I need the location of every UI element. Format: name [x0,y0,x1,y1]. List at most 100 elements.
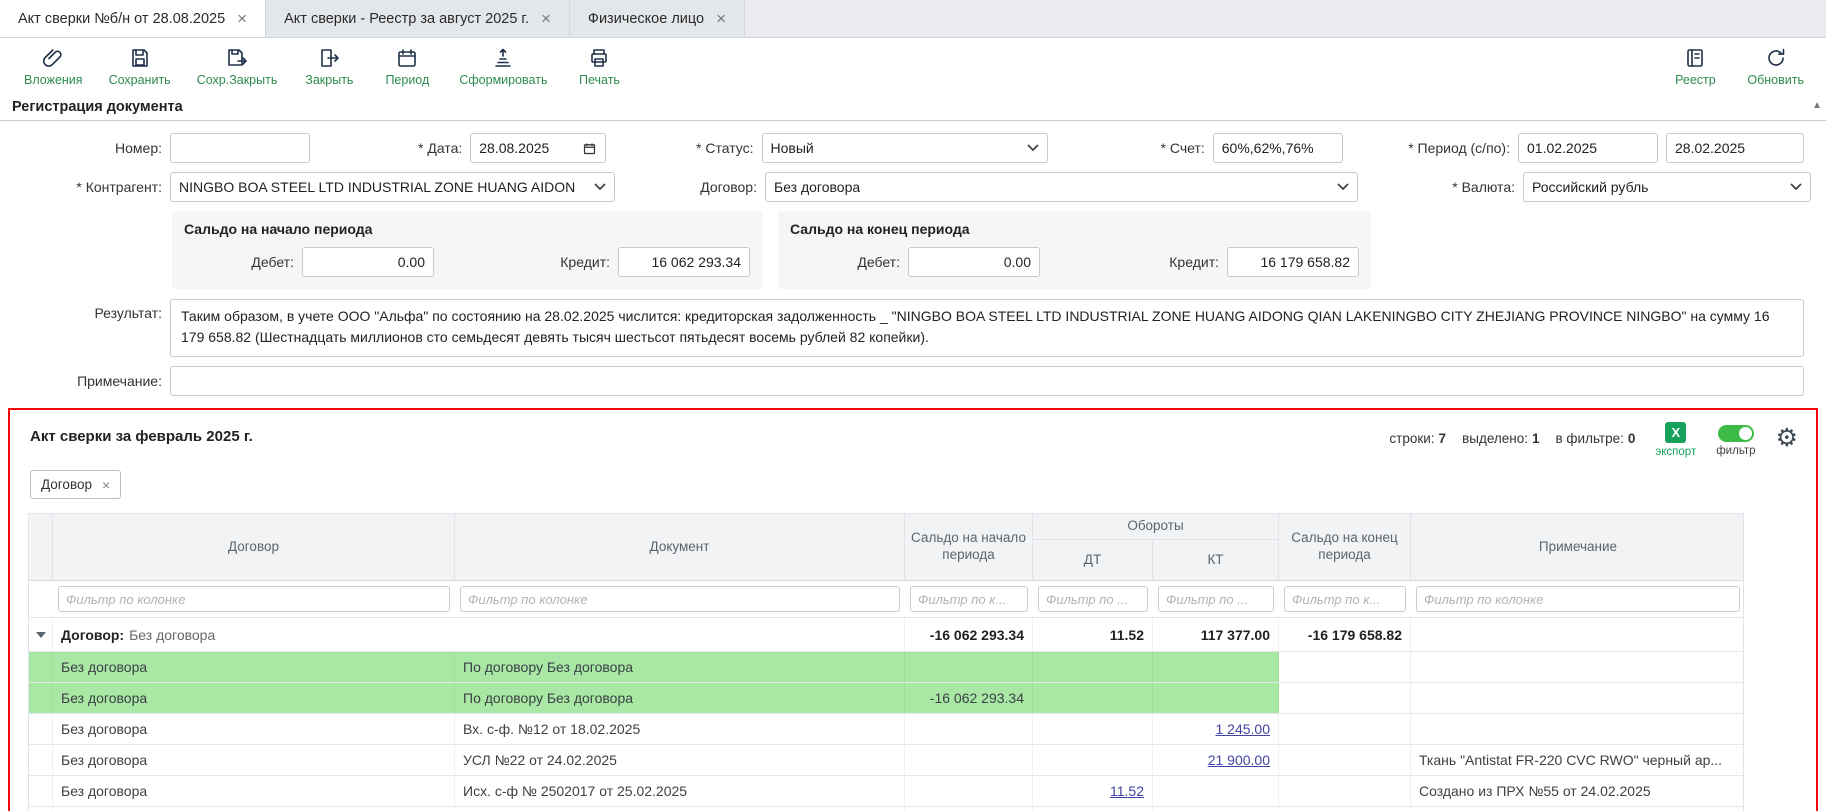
export-label: экспорт [1655,446,1696,458]
table-row[interactable]: Без договора Вх. с-ф №… 94 232.00 [29,807,1743,811]
registration-form: Номер: * Дата: 28.08.2025 * Статус: Новы… [0,121,1826,396]
cell-dt [1033,714,1153,744]
paperclip-icon [40,45,66,71]
toolbar-label: Реестр [1675,73,1716,87]
filter-input-saldo-end[interactable] [1284,586,1406,612]
debet-end-text: 0.00 [1004,254,1031,270]
col-header-document[interactable]: Документ [455,514,905,580]
toolbar-label: Печать [579,73,620,87]
kredit-label: Кредит: [1040,254,1227,270]
period-from-input[interactable] [1518,133,1658,163]
cell-dt [1033,683,1153,713]
toggle-on-icon[interactable] [1718,425,1754,442]
cell-dogovor: Без договора [53,652,455,682]
print-button[interactable]: Печать [573,45,625,87]
filter-input-dt[interactable] [1038,586,1148,612]
date-input[interactable]: 28.08.2025 [470,133,606,163]
generate-icon [490,45,516,71]
row-expander-cell [29,776,53,806]
filter-input-note[interactable] [1416,586,1740,612]
table-row[interactable]: Без договора По договору Без договора -1… [29,683,1743,714]
amount-link[interactable]: 11.52 [1110,783,1144,799]
rezultat-text: Таким образом, в учете ООО "Альфа" по со… [170,299,1804,357]
col-header-saldo-end[interactable]: Сальдо на конец периода [1279,514,1411,580]
group-kt: 117 377.00 [1153,618,1279,651]
date-value: 28.08.2025 [479,140,549,156]
primechanie-label: Примечание: [10,373,170,389]
kredit-label: Кредит: [434,254,618,270]
toolbar-label: Сформировать [459,73,547,87]
settings-gear-icon[interactable]: ⚙ [1776,422,1798,451]
attachments-button[interactable]: Вложения [24,45,83,87]
cell-kt: 94 232.00 [1153,807,1279,811]
kontragent-value: NINGBO BOA STEEL LTD INDUSTRIAL ZONE HUA… [179,179,575,195]
registry-button[interactable]: Реестр [1669,45,1721,87]
tab-close-icon[interactable]: × [237,10,247,27]
schet-input[interactable] [1213,133,1343,163]
valyuta-select[interactable]: Российский рубль [1523,172,1811,202]
collapse-group-icon[interactable] [29,618,53,651]
group-saldo-start: -16 062 293.34 [905,618,1033,651]
tab-close-icon[interactable]: × [716,10,726,27]
cell-dt [1033,807,1153,811]
table-row[interactable]: Без договора Исх. с-ф № 2502017 от 25.02… [29,776,1743,807]
cell-saldo-start: -16 062 293.34 [905,683,1033,713]
filter-input-dogovor[interactable] [58,586,450,612]
col-header-dt[interactable]: ДТ [1033,540,1153,580]
tab-act-sverki[interactable]: Акт сверки №б/н от 28.08.2025 × [0,0,266,37]
cell-saldo-start [905,807,1033,811]
chevron-down-icon [594,183,606,191]
toolbar-label: Сохр.Закрыть [197,73,278,87]
cell-saldo-end [1279,683,1411,713]
valyuta-label: * Валюта: [1358,179,1523,195]
debet-label: Дебет: [184,254,302,270]
tab-act-sverki-reestr[interactable]: Акт сверки - Реестр за август 2025 г. × [266,0,570,37]
filter-input-saldo-start[interactable] [910,586,1028,612]
table-row[interactable]: Без договора УСЛ №22 от 24.02.2025 21 90… [29,745,1743,776]
tab-fizicheskoe-lico[interactable]: Физическое лицо × [570,0,745,37]
kredit-start-value[interactable]: 16 062 293.34 [618,247,750,277]
refresh-icon [1763,45,1789,71]
cell-document: Вх. с-ф. №12 от 18.02.2025 [455,714,905,744]
scroll-up-arrow[interactable]: ▲ [1812,100,1822,111]
amount-link[interactable]: 1 245.00 [1216,721,1271,737]
cell-kt: 21 900.00 [1153,745,1279,775]
refresh-button[interactable]: Обновить [1747,45,1804,87]
generate-button[interactable]: Сформировать [459,45,547,87]
printer-icon [586,45,612,71]
close-button[interactable]: Закрыть [303,45,355,87]
group-row[interactable]: Договор: Без договора -16 062 293.34 11.… [29,618,1743,652]
filter-chip-dogovor[interactable]: Договор × [30,470,121,499]
col-header-note[interactable]: Примечание [1411,514,1745,580]
period-button[interactable]: Период [381,45,433,87]
primechanie-input[interactable] [170,366,1804,396]
tab-close-icon[interactable]: × [541,10,551,27]
kredit-end-value[interactable]: 16 179 658.82 [1227,247,1359,277]
debet-start-value[interactable]: 0.00 [302,247,434,277]
data-grid: Договор Документ Сальдо на начало период… [28,513,1744,811]
chip-remove-icon[interactable]: × [102,478,110,492]
filter-input-document[interactable] [460,586,900,612]
nomer-input[interactable] [170,133,310,163]
save-close-button[interactable]: Сохр.Закрыть [197,45,278,87]
table-row[interactable]: Без договора Вх. с-ф. №12 от 18.02.2025 … [29,714,1743,745]
filter-toggle[interactable]: фильтр [1716,422,1755,457]
col-header-kt[interactable]: КТ [1153,540,1279,580]
period-to-input[interactable] [1666,133,1804,163]
col-header-saldo-start[interactable]: Сальдо на начало периода [905,514,1033,580]
filter-input-kt[interactable] [1158,586,1274,612]
export-excel-button[interactable]: X экспорт [1655,422,1696,458]
table-row[interactable]: Без договора По договору Без договора [29,652,1743,683]
status-select[interactable]: Новый [762,133,1048,163]
tab-label: Акт сверки - Реестр за август 2025 г. [284,11,529,27]
data-label: * Дата: [320,140,470,156]
kontragent-select[interactable]: NINGBO BOA STEEL LTD INDUSTRIAL ZONE HUA… [170,172,615,202]
amount-link[interactable]: 21 900.00 [1208,752,1270,768]
calendar-icon[interactable] [582,141,597,156]
toolbar-label: Обновить [1747,73,1804,87]
debet-end-value[interactable]: 0.00 [908,247,1040,277]
dogovor-select[interactable]: Без договора [765,172,1358,202]
save-button[interactable]: Сохранить [109,45,171,87]
col-header-dogovor[interactable]: Договор [53,514,455,580]
cell-note [1411,714,1745,744]
